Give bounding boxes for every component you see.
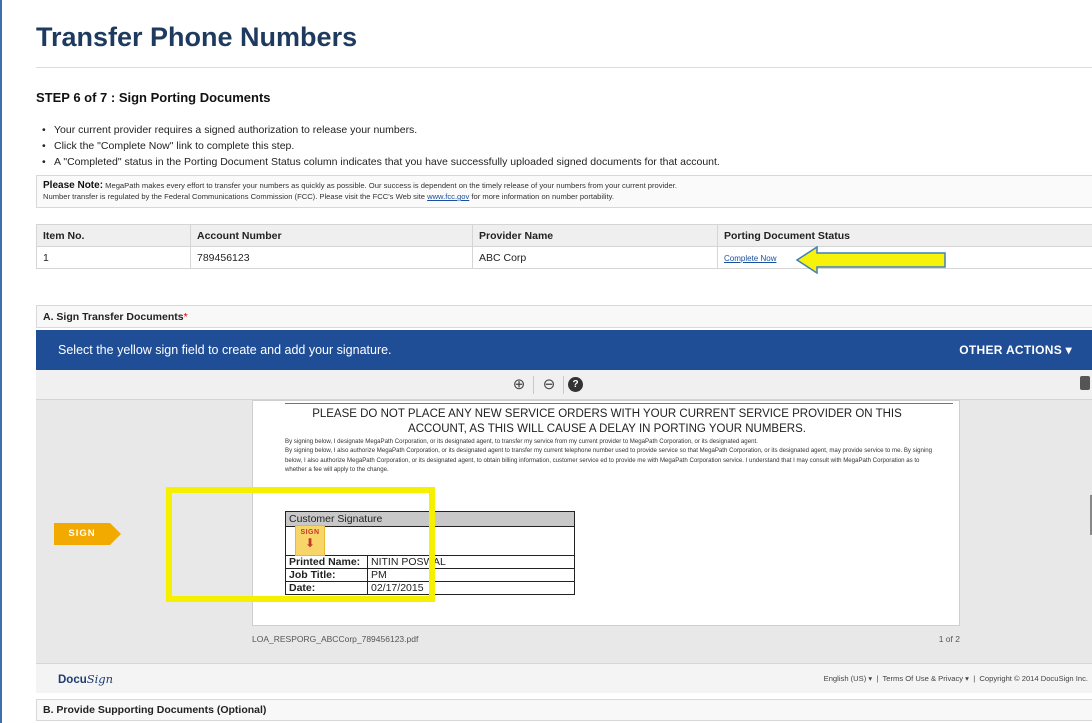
warning-line1: PLEASE DO NOT PLACE ANY NEW SERVICE ORDE… bbox=[312, 408, 902, 420]
document-viewer: PLEASE DO NOT PLACE ANY NEW SERVICE ORDE… bbox=[36, 400, 1092, 660]
document-filename: LOA_RESPORG_ABCCorp_789456123.pdf bbox=[252, 634, 419, 644]
table-header-row: Item No. Account Number Provider Name Po… bbox=[36, 224, 1092, 247]
note-text-line2-after: for more information on number portabili… bbox=[469, 192, 614, 201]
body-paragraph1: By signing below, I designate MegaPath C… bbox=[285, 438, 758, 445]
col-header-account-number: Account Number bbox=[190, 224, 473, 247]
instruction-item: Click the "Complete Now" link to complet… bbox=[36, 138, 720, 154]
instruction-item: A "Completed" status in the Porting Docu… bbox=[36, 154, 720, 170]
page-container: Transfer Phone Numbers STEP 6 of 7 : Sig… bbox=[0, 0, 1092, 723]
cell-account-number: 789456123 bbox=[190, 246, 473, 269]
section-a-header: A. Sign Transfer Documents* bbox=[36, 305, 1092, 328]
warning-line2: ACCOUNT, AS THIS WILL CAUSE A DELAY IN P… bbox=[408, 423, 806, 435]
terms-link[interactable]: Terms Of Use & Privacy ▾ bbox=[882, 674, 969, 683]
instruction-item: Your current provider requires a signed … bbox=[36, 122, 720, 138]
col-header-item-no: Item No. bbox=[36, 224, 191, 247]
document-top-rule bbox=[285, 403, 953, 404]
yellow-highlight-box bbox=[166, 487, 435, 602]
col-header-provider-name: Provider Name bbox=[472, 224, 718, 247]
docusign-logo: DocuSign bbox=[58, 672, 114, 686]
docusign-frame: Select the yellow sign field to create a… bbox=[36, 330, 1092, 693]
please-note-box: Please Note: MegaPath makes every effort… bbox=[36, 175, 1092, 208]
cell-provider-name: ABC Corp bbox=[472, 246, 718, 269]
document-list-icon[interactable] bbox=[1080, 376, 1090, 390]
document-footer: LOA_RESPORG_ABCCorp_789456123.pdf 1 of 2 bbox=[252, 634, 960, 644]
note-text-line2-before: Number transfer is regulated by the Fede… bbox=[43, 192, 428, 201]
toolbar-divider bbox=[533, 376, 534, 394]
help-icon[interactable]: ? bbox=[568, 377, 583, 392]
yellow-pointer-arrow-icon bbox=[795, 246, 946, 274]
note-label: Please Note: bbox=[43, 180, 104, 191]
docusign-toolbar: ⊕ ⊖ ? bbox=[36, 370, 1092, 400]
copyright-text: Copyright © 2014 DocuSign Inc. bbox=[979, 674, 1088, 683]
step-heading: STEP 6 of 7 : Sign Porting Documents bbox=[36, 90, 271, 105]
other-actions-menu[interactable]: OTHER ACTIONS ▾ bbox=[959, 330, 1072, 370]
document-body: By signing below, I designate MegaPath C… bbox=[285, 437, 937, 475]
page-indicator: 1 of 2 bbox=[938, 634, 960, 644]
banner-message: Select the yellow sign field to create a… bbox=[58, 343, 392, 357]
instructions-list: Your current provider requires a signed … bbox=[36, 122, 720, 170]
section-b-header[interactable]: B. Provide Supporting Documents (Optiona… bbox=[36, 699, 1092, 721]
footer-links: English (US) ▾ | Terms Of Use & Privacy … bbox=[823, 674, 1088, 683]
title-divider bbox=[36, 67, 1092, 68]
body-paragraph2: By signing below, I also authorize MegaP… bbox=[285, 447, 932, 474]
toolbar-divider bbox=[563, 376, 564, 394]
complete-now-link[interactable]: Complete Now bbox=[724, 254, 776, 263]
cell-item-no: 1 bbox=[36, 246, 191, 269]
document-warning: PLEASE DO NOT PLACE ANY NEW SERVICE ORDE… bbox=[253, 407, 961, 437]
zoom-in-icon[interactable]: ⊕ bbox=[509, 375, 529, 395]
page-title: Transfer Phone Numbers bbox=[36, 22, 358, 52]
note-text-line1: MegaPath makes every effort to transfer … bbox=[105, 181, 677, 190]
language-selector[interactable]: English (US) ▾ bbox=[824, 674, 873, 683]
fcc-link[interactable]: www.fcc.gov bbox=[427, 192, 469, 201]
docusign-banner: Select the yellow sign field to create a… bbox=[36, 330, 1092, 370]
docusign-footer: DocuSign English (US) ▾ | Terms Of Use &… bbox=[36, 663, 1092, 693]
sign-tag[interactable]: SIGN bbox=[54, 523, 121, 545]
section-a-title: A. Sign Transfer Documents bbox=[43, 311, 184, 323]
zoom-out-icon[interactable]: ⊖ bbox=[539, 375, 559, 395]
required-mark: * bbox=[183, 311, 188, 323]
col-header-porting-status: Porting Document Status bbox=[717, 224, 1092, 247]
